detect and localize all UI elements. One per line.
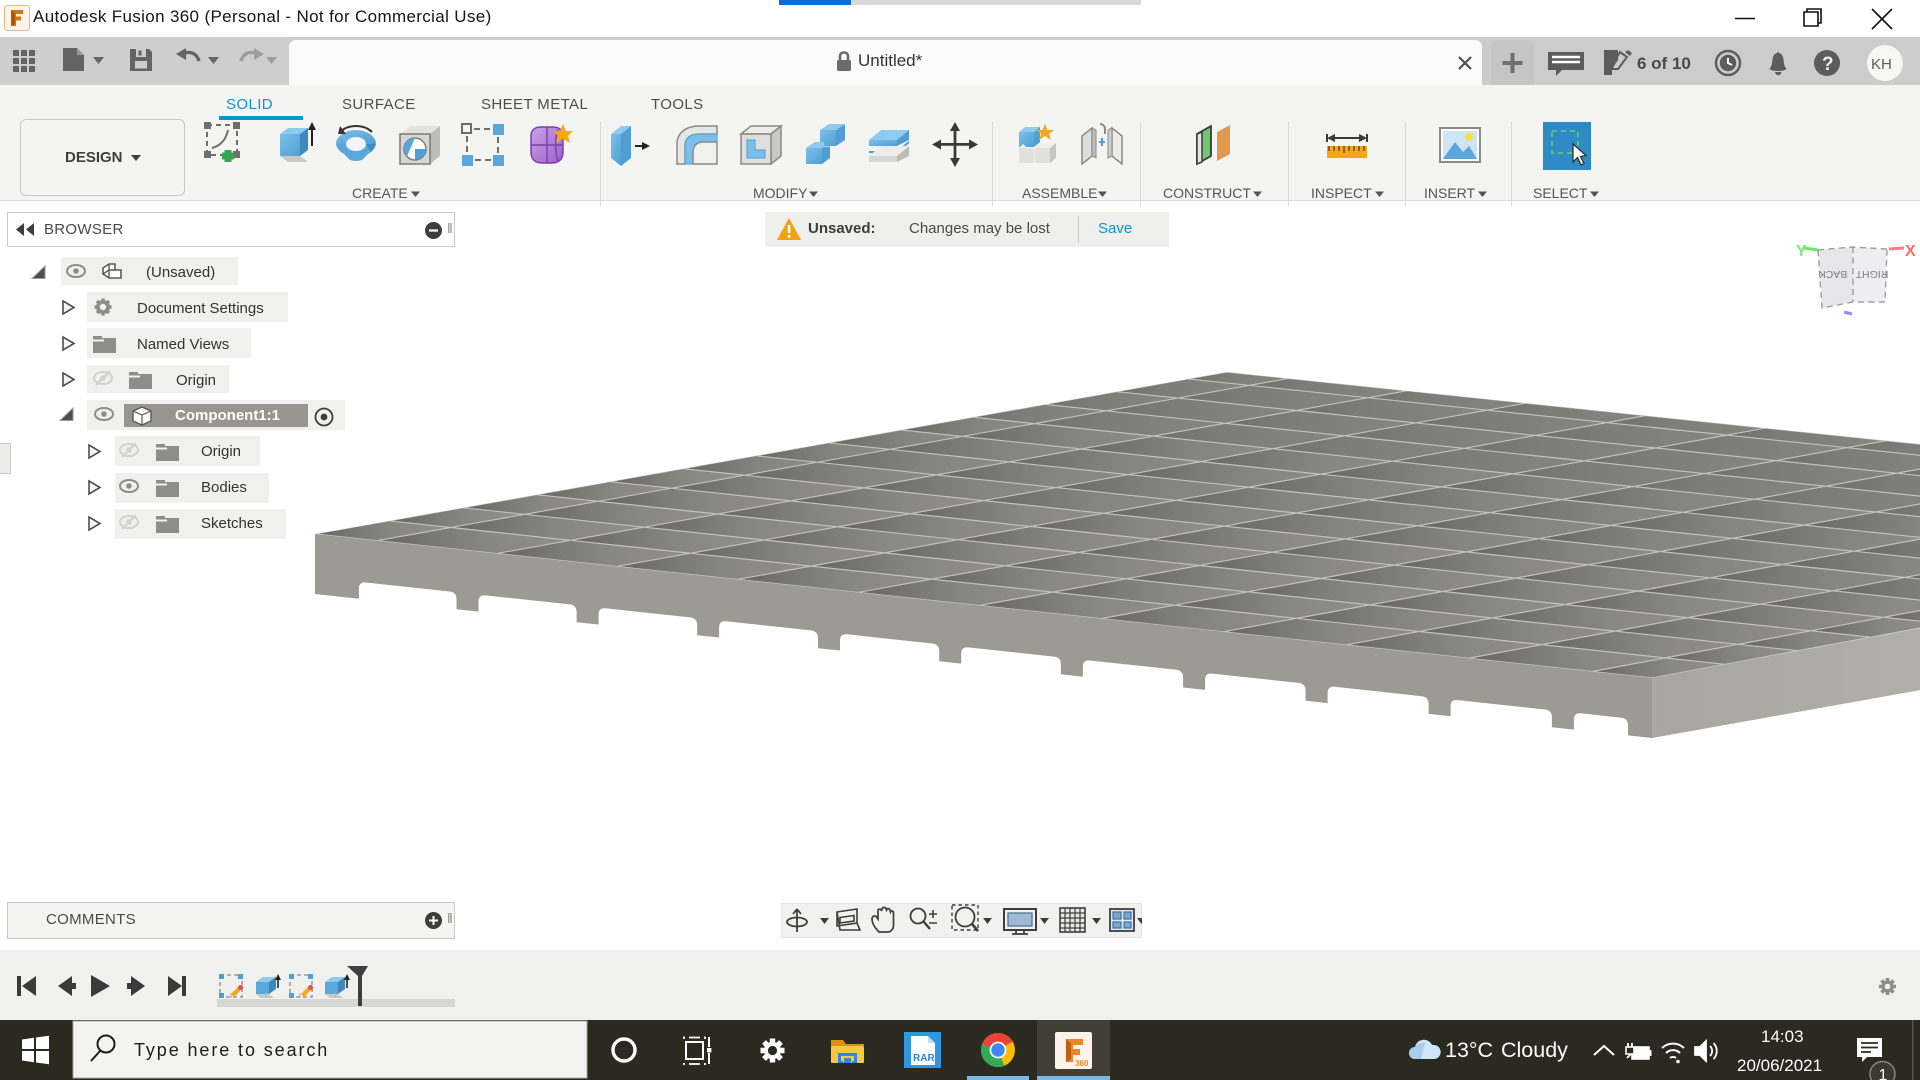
svg-text:14:03: 14:03 (1761, 1027, 1804, 1046)
svg-text:360: 360 (1075, 1059, 1089, 1068)
svg-text:Y: Y (1796, 243, 1807, 260)
svg-text:RIGHT: RIGHT (1855, 268, 1888, 280)
svg-text:BACK: BACK (1819, 268, 1848, 280)
svg-text:20/06/2021: 20/06/2021 (1737, 1056, 1822, 1075)
svg-text:KH: KH (1871, 56, 1892, 73)
svg-text:Cloudy: Cloudy (1501, 1038, 1568, 1062)
svg-text:6 of 10: 6 of 10 (1637, 54, 1691, 73)
svg-text:Type here to search: Type here to search (134, 1040, 329, 1060)
svg-text:?: ? (1822, 54, 1834, 75)
svg-text:RAR: RAR (913, 1053, 935, 1064)
svg-text:1: 1 (1879, 1067, 1888, 1080)
svg-text:X: X (1905, 243, 1916, 260)
svg-text:13°C: 13°C (1445, 1038, 1493, 1062)
